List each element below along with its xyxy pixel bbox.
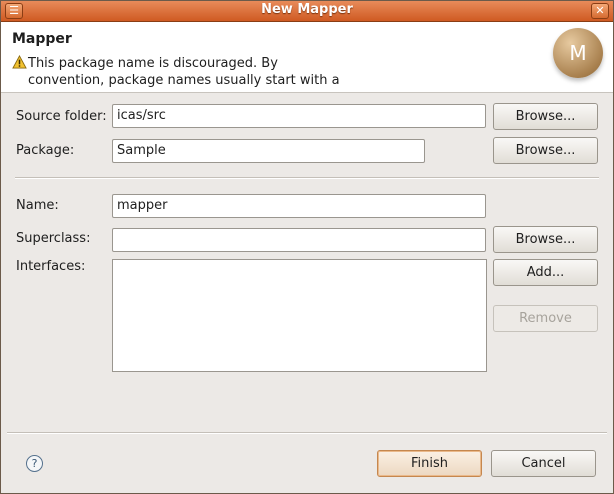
add-interface-button[interactable]: Add... bbox=[493, 259, 598, 286]
interfaces-list[interactable] bbox=[112, 259, 487, 372]
title-bar[interactable]: ☰ New Mapper ✕ bbox=[1, 1, 613, 22]
browse-superclass-button[interactable]: Browse... bbox=[493, 226, 598, 253]
close-icon[interactable]: ✕ bbox=[591, 3, 609, 19]
superclass-input[interactable] bbox=[112, 228, 486, 252]
button-bar-separator bbox=[7, 432, 607, 434]
finish-button[interactable]: Finish bbox=[377, 450, 482, 477]
remove-interface-button[interactable]: Remove bbox=[493, 305, 598, 332]
browse-source-folder-button[interactable]: Browse... bbox=[493, 103, 598, 130]
help-icon[interactable]: ? bbox=[26, 455, 43, 472]
wizard-title: Mapper bbox=[12, 31, 72, 47]
window-title: New Mapper bbox=[261, 2, 353, 17]
warning-icon bbox=[12, 55, 27, 69]
message-line-1: This package name is discouraged. By bbox=[28, 56, 278, 71]
cancel-button[interactable]: Cancel bbox=[491, 450, 596, 477]
mapper-logo-icon: M bbox=[553, 28, 603, 78]
package-label: Package: bbox=[16, 143, 75, 158]
superclass-label: Superclass: bbox=[16, 231, 91, 246]
name-input[interactable]: mapper bbox=[112, 194, 486, 218]
wizard-header: Mapper This package name is discouraged.… bbox=[1, 22, 613, 93]
source-folder-label: Source folder: bbox=[16, 109, 107, 124]
message-line-2: convention, package names usually start … bbox=[28, 73, 340, 88]
package-input[interactable]: Sample bbox=[112, 139, 425, 163]
name-label: Name: bbox=[16, 198, 59, 213]
source-folder-input[interactable]: icas/src bbox=[112, 104, 486, 128]
wizard-message: This package name is discouraged. By con… bbox=[12, 55, 482, 89]
interfaces-label: Interfaces: bbox=[16, 259, 86, 274]
browse-package-button[interactable]: Browse... bbox=[493, 137, 598, 164]
separator bbox=[15, 177, 599, 179]
new-mapper-dialog: ☰ New Mapper ✕ Mapper This package name … bbox=[0, 0, 614, 494]
